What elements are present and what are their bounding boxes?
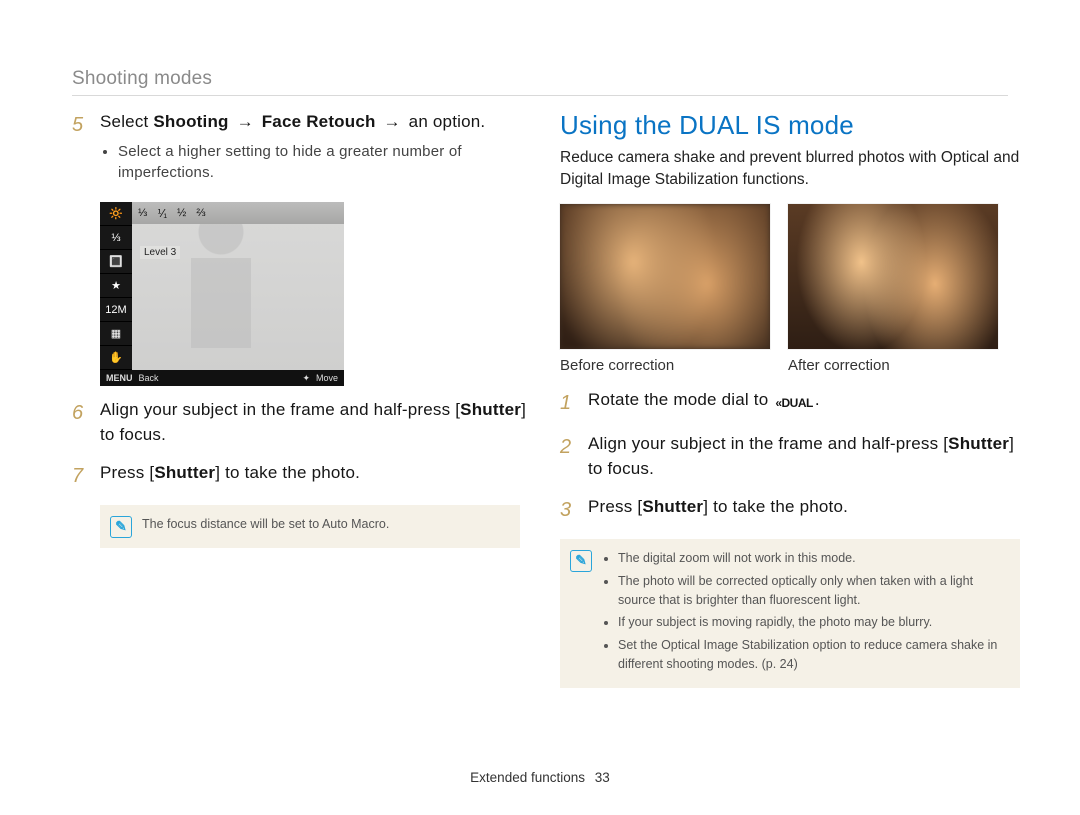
text: Align your subject in the frame and half… xyxy=(100,400,460,419)
lcd-icon: 12M xyxy=(100,298,132,322)
lcd-bottombar: MENU Back ✦ Move xyxy=(100,370,344,386)
lcd-move-label: Move xyxy=(316,373,338,383)
text: Select xyxy=(100,112,148,131)
text: Rotate the mode dial to xyxy=(588,390,773,409)
lcd-icon: ⅓ xyxy=(100,226,132,250)
step-5: 5 Select Shooting → Face Retouch → an op… xyxy=(72,110,532,188)
step-sub: Select a higher setting to hide a greate… xyxy=(100,141,532,185)
comparison-thumbs xyxy=(560,204,1020,349)
note-bullet: The digital zoom will not work in this m… xyxy=(618,549,1008,568)
menu-path-shooting: Shooting xyxy=(153,112,228,131)
footer-page-number: 33 xyxy=(595,770,610,785)
note-bullet: Set the Optical Image Stabilization opti… xyxy=(618,636,1008,674)
step-body: Press [Shutter] to take the photo. xyxy=(100,461,532,491)
camera-lcd-preview: 🔆 ⅓ 🔳 ★ 12M ▦ ✋ ⅓ ⅟₁ ½ ⅔ Level 3 MENU Ba… xyxy=(100,202,344,386)
step-number: 1 xyxy=(560,388,588,418)
lcd-back-label: Back xyxy=(139,373,159,383)
lcd-icon: ✋ xyxy=(100,346,132,370)
step-number: 6 xyxy=(72,398,100,447)
step-7: 7 Press [Shutter] to take the photo. xyxy=(72,461,532,491)
note-bullet: The photo will be corrected optically on… xyxy=(618,572,1008,610)
key-shutter: Shutter xyxy=(948,434,1009,453)
step-6: 6 Align your subject in the frame and ha… xyxy=(72,398,532,447)
note-text: The focus distance will be set to Auto M… xyxy=(142,515,389,534)
step-number: 7 xyxy=(72,461,100,491)
note-box: ✎ The focus distance will be set to Auto… xyxy=(100,505,520,548)
step-body: Align your subject in the frame and half… xyxy=(100,398,532,447)
note-text: The digital zoom will not work in this m… xyxy=(602,549,1008,678)
note-bullet: If your subject is moving rapidly, the p… xyxy=(618,613,1008,632)
lcd-top-item: ⅔ xyxy=(196,207,205,219)
lcd-top-item: ½ xyxy=(177,207,186,219)
lcd-topbar: ⅓ ⅟₁ ½ ⅔ xyxy=(132,202,344,224)
page-footer: Extended functions 33 xyxy=(0,770,1080,785)
arrow-icon: → xyxy=(237,112,254,131)
menu-path-face-retouch: Face Retouch xyxy=(262,112,376,131)
header-rule xyxy=(72,95,1008,96)
caption-row: Before correction After correction xyxy=(560,357,1020,374)
step-1: 1 Rotate the mode dial to «DUAL. xyxy=(560,388,1020,418)
lcd-top-item: ⅓ xyxy=(138,207,147,219)
step-body: Rotate the mode dial to «DUAL. xyxy=(588,388,1020,418)
step-sub-bullet: Select a higher setting to hide a greate… xyxy=(118,141,532,185)
text: . xyxy=(815,390,820,409)
step-3: 3 Press [Shutter] to take the photo. xyxy=(560,495,1020,525)
step-body: Press [Shutter] to take the photo. xyxy=(588,495,1020,525)
section-lede: Reduce camera shake and prevent blurred … xyxy=(560,147,1020,192)
lcd-icon: 🔳 xyxy=(100,250,132,274)
lcd-level-label: Level 3 xyxy=(140,246,180,259)
step-number: 3 xyxy=(560,495,588,525)
step-number: 5 xyxy=(72,110,100,188)
left-column: 5 Select Shooting → Face Retouch → an op… xyxy=(72,110,532,548)
running-header: Shooting modes xyxy=(72,68,212,90)
key-shutter: Shutter xyxy=(154,463,215,482)
key-shutter: Shutter xyxy=(642,497,703,516)
text: Press [ xyxy=(588,497,642,516)
lcd-left-iconbar: 🔆 ⅓ 🔳 ★ 12M ▦ ✋ xyxy=(100,202,132,370)
note-box: ✎ The digital zoom will not work in this… xyxy=(560,539,1020,688)
step-body: Select Shooting → Face Retouch → an opti… xyxy=(100,110,532,188)
note-icon: ✎ xyxy=(110,516,132,538)
lcd-top-item: ⅟₁ xyxy=(157,207,167,220)
text: ] to take the photo. xyxy=(215,463,360,482)
footer-section: Extended functions xyxy=(470,770,585,785)
right-column: Using the DUAL IS mode Reduce camera sha… xyxy=(560,110,1020,688)
text: Press [ xyxy=(100,463,154,482)
lcd-icon: ▦ xyxy=(100,322,132,346)
text: ] to take the photo. xyxy=(703,497,848,516)
text: an option. xyxy=(409,112,486,131)
note-icon: ✎ xyxy=(570,550,592,572)
caption-before: Before correction xyxy=(560,357,770,374)
section-heading: Using the DUAL IS mode xyxy=(560,110,1020,141)
lcd-icon: 🔆 xyxy=(100,202,132,226)
thumb-after xyxy=(788,204,998,349)
arrow-icon: → xyxy=(384,112,401,131)
lcd-icon: ★ xyxy=(100,274,132,298)
caption-after: After correction xyxy=(788,357,998,374)
step-number: 2 xyxy=(560,432,588,481)
nav-diamond-icon: ✦ xyxy=(302,373,310,384)
lcd-menu-label: MENU xyxy=(106,373,133,383)
thumb-before xyxy=(560,204,770,349)
key-shutter: Shutter xyxy=(460,400,521,419)
step-2: 2 Align your subject in the frame and ha… xyxy=(560,432,1020,481)
dual-mode-icon: «DUAL xyxy=(773,395,815,412)
silhouette-icon xyxy=(166,208,276,368)
step-body: Align your subject in the frame and half… xyxy=(588,432,1020,481)
text: Align your subject in the frame and half… xyxy=(588,434,948,453)
